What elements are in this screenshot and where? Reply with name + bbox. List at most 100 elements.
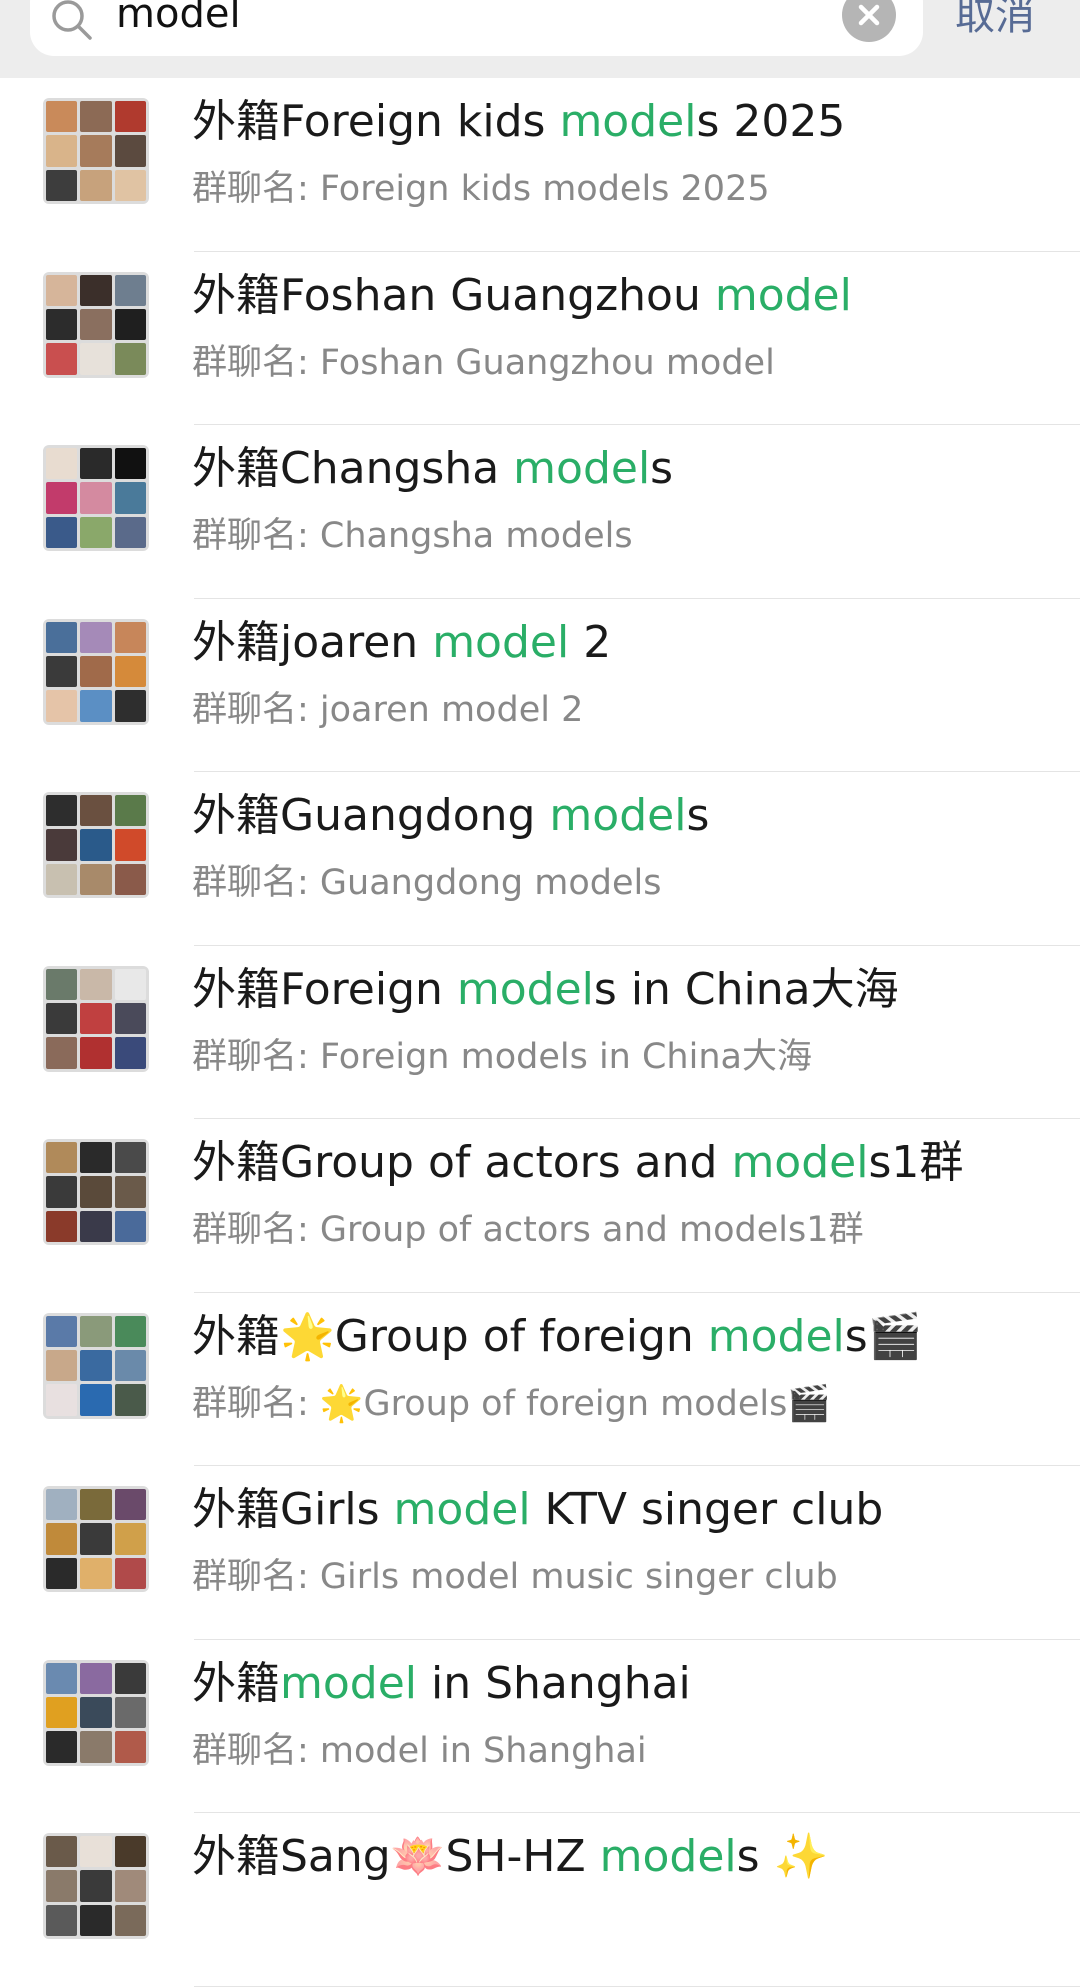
avatar-tile [114, 1349, 146, 1382]
result-item[interactable]: 外籍Foshan Guangzhou model 群聊名: Foshan Gua… [0, 252, 1080, 426]
result-subtitle: 群聊名: Guangdong models [192, 863, 662, 903]
avatar-tile [114, 1037, 146, 1069]
result-subtitle: 群聊名: Group of actors and models1群 [192, 1210, 864, 1250]
avatar-tile [80, 621, 112, 653]
avatar-tile [46, 795, 78, 827]
avatar-tile [80, 1002, 112, 1035]
avatar-tile [80, 968, 112, 1000]
avatar-tile [46, 863, 78, 895]
result-item[interactable]: 外籍🌟Group of foreign models🎬 群聊名: 🌟Group … [0, 1293, 1080, 1467]
group-avatar [43, 98, 149, 204]
results-list: 外籍Foreign kids models 2025 群聊名: Foreign … [0, 78, 1080, 1987]
avatar-tile [46, 1037, 78, 1069]
search-box[interactable] [30, 0, 923, 56]
group-avatar [43, 618, 149, 725]
result-item[interactable]: 外籍Group of actors and models1群 群聊名: Grou… [0, 1119, 1080, 1293]
avatar-tile [114, 621, 146, 653]
avatar-tile [114, 829, 146, 861]
avatar-tile [114, 968, 146, 1000]
title-text-after: s 2025 [696, 96, 846, 147]
avatar-tile [80, 1349, 112, 1382]
result-item[interactable]: 外籍joaren model 2 群聊名: joaren model 2 [0, 599, 1080, 773]
avatar-tile [114, 1662, 146, 1694]
avatar-tile [46, 1176, 78, 1208]
avatar-tile [114, 1904, 146, 1936]
result-item[interactable]: 外籍Changsha models 群聊名: Changsha models [0, 425, 1080, 599]
title-text-before: Foreign [280, 963, 457, 1015]
avatar-tile [114, 655, 146, 688]
result-item[interactable]: 外籍Foreign models in China大海 群聊名: Foreign… [0, 946, 1080, 1120]
result-item[interactable]: 外籍Foreign kids models 2025 群聊名: Foreign … [0, 78, 1080, 252]
avatar-tile [46, 829, 78, 861]
cancel-button[interactable]: 取消 [955, 0, 1035, 46]
title-text-before: Group of actors and [280, 1137, 732, 1188]
avatar-tile [114, 516, 146, 548]
avatar-tile [80, 1870, 112, 1902]
avatar-tile [80, 274, 112, 306]
result-subtitle: 群聊名: Changsha models [192, 516, 633, 556]
title-text-after: s [686, 790, 710, 841]
avatar-tile [80, 343, 112, 375]
title-match-highlight: model [393, 1484, 531, 1535]
avatar-tile [114, 169, 146, 201]
group-avatar [43, 1833, 149, 1939]
avatar-tile [46, 968, 78, 1000]
group-avatar [43, 1659, 149, 1766]
avatar-tile [80, 1696, 112, 1729]
group-avatar [43, 965, 149, 1072]
search-input[interactable] [116, 0, 836, 42]
avatar-tile [114, 1176, 146, 1208]
avatar-tile [46, 1836, 78, 1868]
clear-icon[interactable] [842, 0, 896, 42]
avatar-tile [114, 135, 146, 167]
title-match-highlight: model [731, 1137, 869, 1188]
title-text-after: s🎬 [844, 1310, 923, 1362]
avatar-tile [114, 1142, 146, 1174]
avatar-tile [46, 1489, 78, 1521]
result-title: 外籍Foreign kids models 2025 [192, 92, 1062, 152]
title-text-after: s [650, 443, 674, 494]
title-match-highlight: model [549, 790, 687, 841]
group-avatar [43, 271, 149, 378]
avatar-tile [114, 101, 146, 133]
title-match-highlight: model [714, 269, 852, 321]
avatar-tile [46, 1384, 78, 1416]
avatar-tile [80, 690, 112, 722]
title-text-after: s ✨ [736, 1831, 829, 1882]
avatar-tile [80, 169, 112, 201]
result-item[interactable]: 外籍Sang🪷SH-HZ models ✨ [0, 1813, 1080, 1987]
result-title: 外籍Group of actors and models1群 [192, 1133, 1062, 1193]
result-title: 外籍🌟Group of foreign models🎬 [192, 1307, 1062, 1367]
title-prefix: 外籍 [192, 1831, 280, 1882]
avatar-tile [80, 1731, 112, 1763]
avatar-tile [46, 655, 78, 688]
avatar-tile [114, 274, 146, 306]
avatar-tile [46, 482, 78, 514]
avatar-tile [46, 690, 78, 722]
title-prefix: 外籍 [192, 963, 280, 1015]
avatar-tile [114, 863, 146, 895]
avatar-tile [80, 516, 112, 548]
title-prefix: 外籍 [192, 269, 280, 321]
avatar-tile [46, 101, 78, 133]
title-text-before: Foshan Guangzhou [280, 269, 715, 321]
avatar-tile [80, 863, 112, 895]
avatar-tile [114, 1523, 146, 1555]
result-title: 外籍Changsha models [192, 439, 1062, 499]
result-item[interactable]: 外籍model in Shanghai 群聊名: model in Shangh… [0, 1640, 1080, 1814]
title-match-highlight: model [559, 96, 697, 147]
avatar-tile [114, 690, 146, 722]
avatar-tile [46, 135, 78, 167]
group-avatar [43, 1139, 149, 1245]
result-title: 外籍Sang🪷SH-HZ models ✨ [192, 1827, 1062, 1887]
avatar-tile [114, 1210, 146, 1242]
title-text-before: Foreign kids [280, 96, 560, 147]
title-prefix: 外籍 [192, 1310, 280, 1362]
result-subtitle: 群聊名: Foreign kids models 2025 [192, 169, 770, 209]
title-text-before: Changsha [280, 443, 514, 494]
result-item[interactable]: 外籍Guangdong models 群聊名: Guangdong models [0, 772, 1080, 946]
avatar-tile [46, 1904, 78, 1936]
result-item[interactable]: 外籍Girls model KTV singer club 群聊名: Girls… [0, 1466, 1080, 1640]
avatar-tile [80, 448, 112, 480]
title-match-highlight: model [432, 616, 570, 668]
